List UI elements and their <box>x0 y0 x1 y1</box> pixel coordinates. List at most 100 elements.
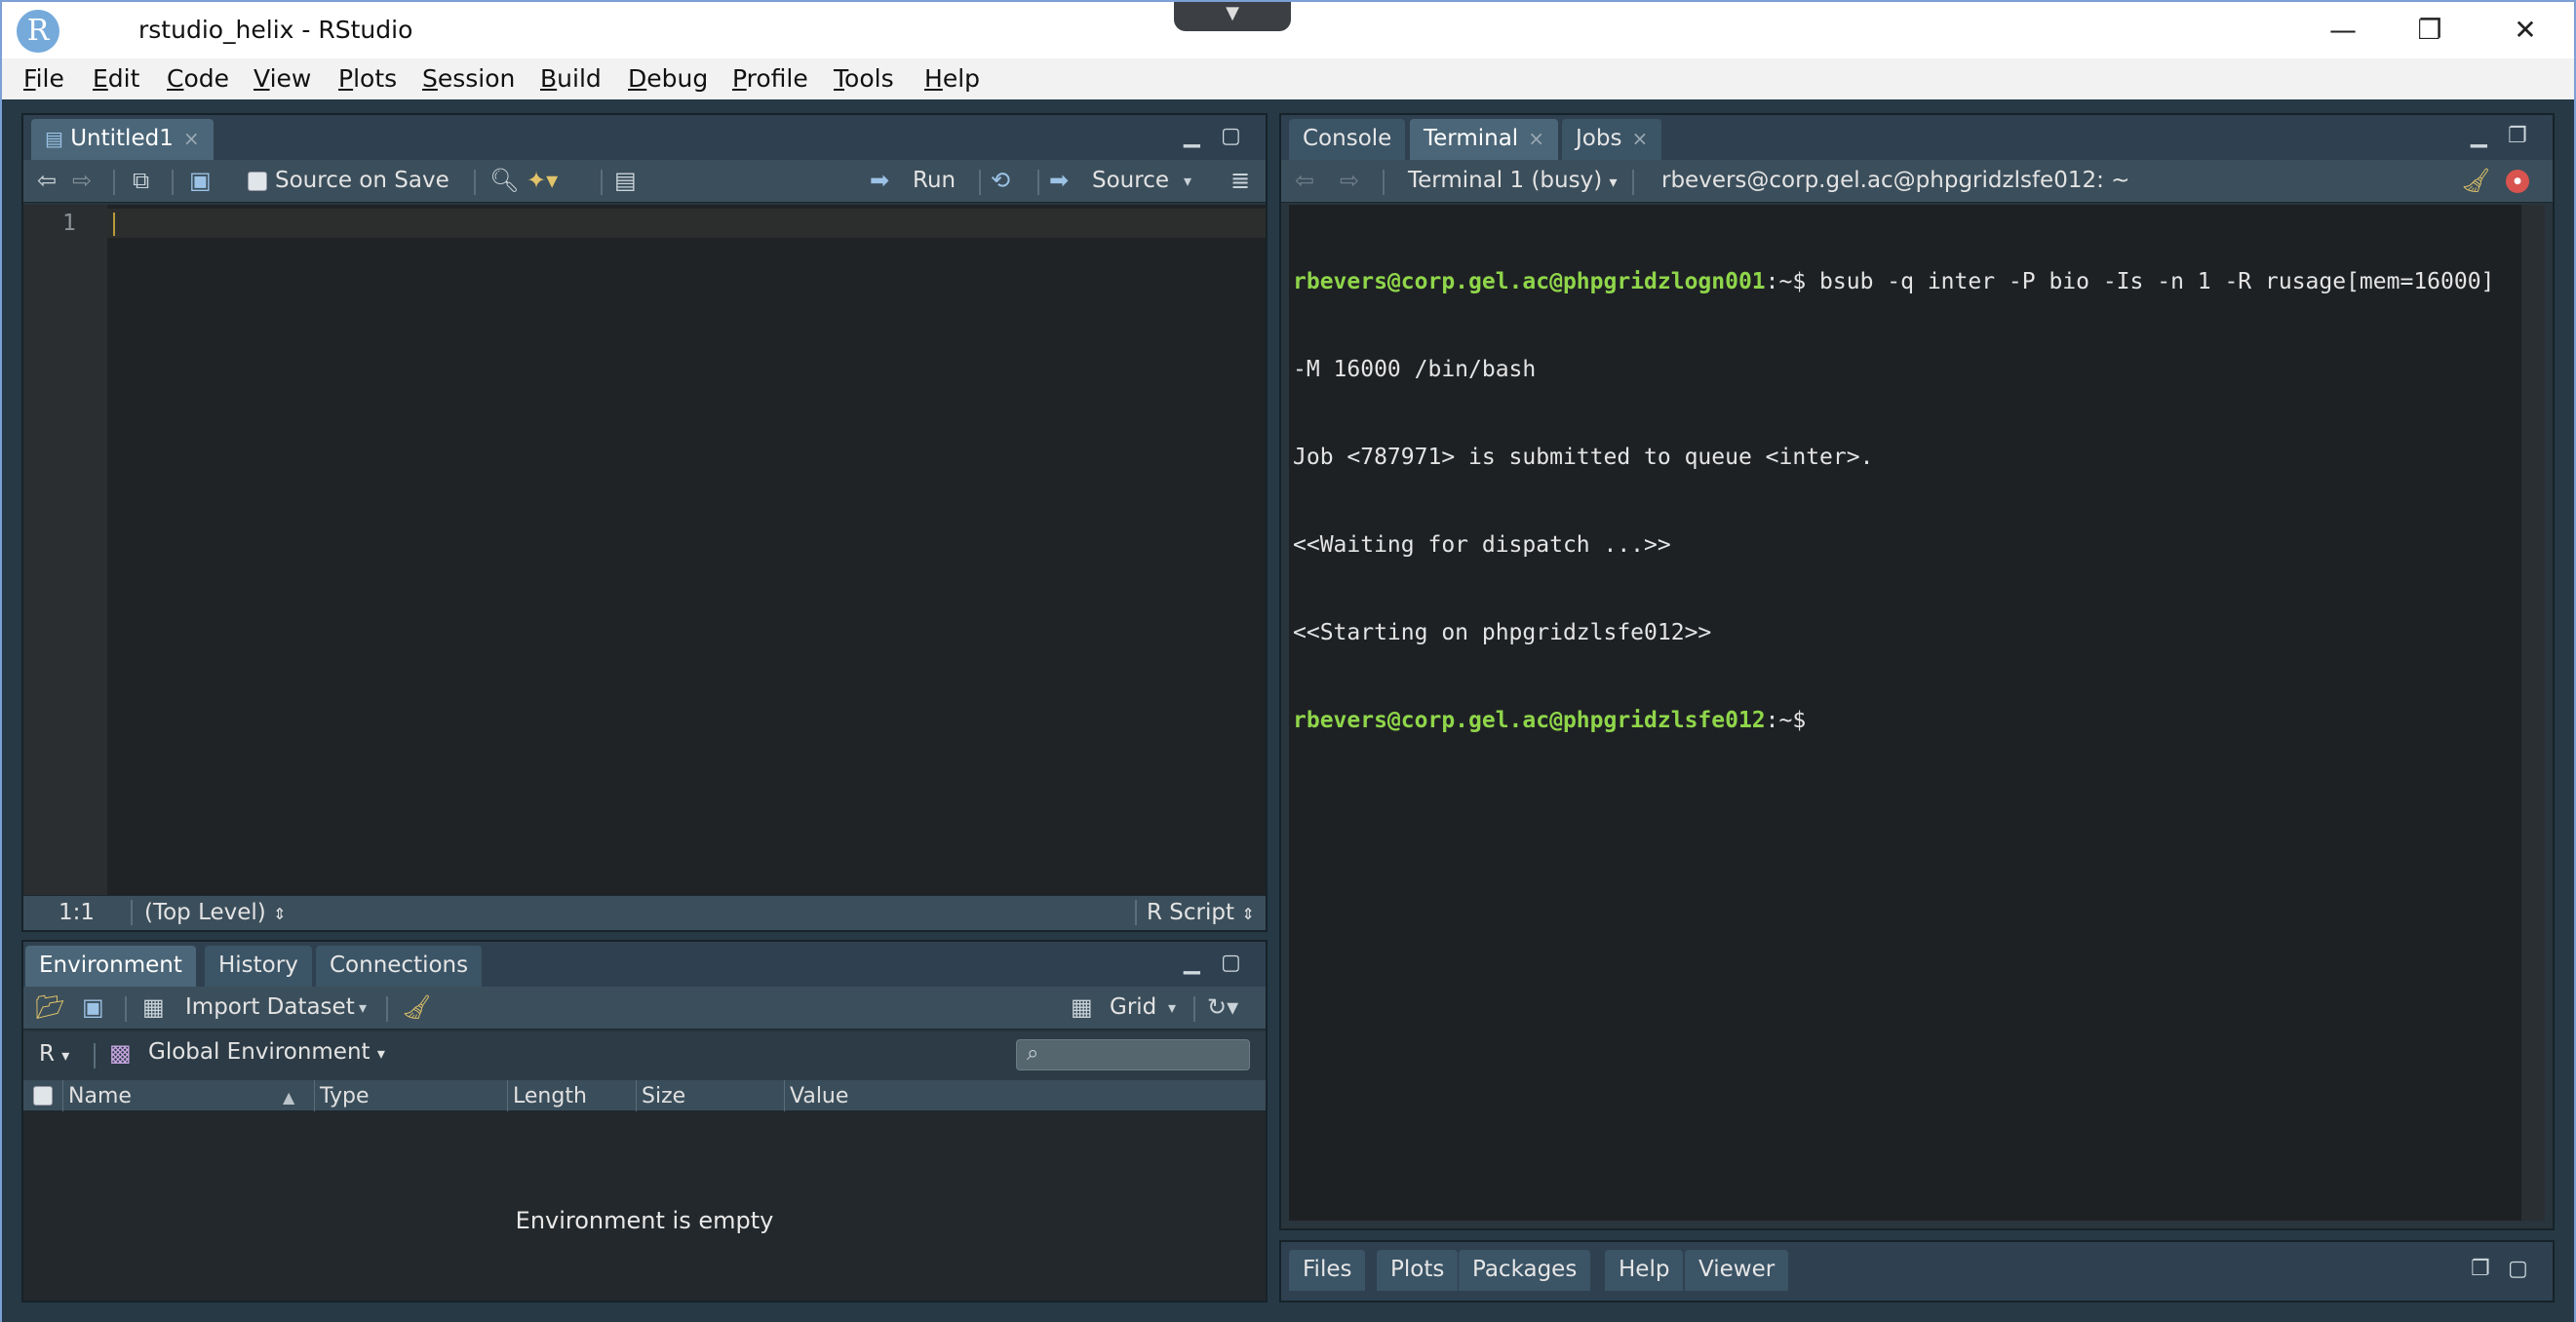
chevron-down-icon[interactable]: ▾ <box>1184 172 1191 190</box>
minimize-pane-icon[interactable]: ▁ <box>1184 126 1213 148</box>
chevron-down-icon[interactable]: ▾ <box>1168 998 1176 1017</box>
column-length[interactable]: Length <box>513 1084 587 1108</box>
terminal-line: rbevers@corp.gel.ac@phpgridzlogn001:~$ b… <box>1293 269 2495 294</box>
maximize-pane-icon[interactable]: ▢ <box>1221 953 1250 975</box>
save-icon[interactable]: ▣ <box>189 167 212 194</box>
tab-viewer[interactable]: Viewer <box>1685 1250 1789 1291</box>
r-file-icon: ▤ <box>45 127 63 150</box>
close-tab-icon[interactable]: × <box>1631 127 1648 150</box>
restore-button[interactable]: ❐ <box>2396 8 2464 53</box>
minimize-pane-icon[interactable]: ▁ <box>1184 953 1213 975</box>
menu-build[interactable]: Build <box>540 64 602 93</box>
source-icon[interactable]: ➡ <box>1049 167 1069 194</box>
tab-terminal[interactable]: Terminal × <box>1410 119 1558 160</box>
file-type-selector[interactable]: R Script ⇕ <box>1147 900 1255 925</box>
forward-arrow-icon[interactable]: ⇨ <box>72 167 92 194</box>
terminal-output[interactable]: rbevers@corp.gel.ac@phpgridzlogn001:~$ b… <box>1289 205 2545 1221</box>
menu-code[interactable]: Code <box>167 64 229 93</box>
menu-session[interactable]: Session <box>422 64 515 93</box>
menu-debug[interactable]: Debug <box>628 64 708 93</box>
broom-icon[interactable]: 🧹︎ <box>2461 167 2490 194</box>
stop-icon[interactable]: ● <box>2506 170 2529 193</box>
tab-untitled1[interactable]: ▤ Untitled1 × <box>31 119 214 160</box>
terminal-selector[interactable]: Terminal 1 (busy) ▾ <box>1408 168 1618 193</box>
maximize-pane-icon[interactable]: ▢ <box>1221 126 1250 148</box>
minimize-pane-icon[interactable]: ▁ <box>2471 126 2500 148</box>
separator <box>1632 170 1634 195</box>
source-on-save-checkbox[interactable] <box>248 172 267 191</box>
grid-view-button[interactable]: Grid <box>1110 994 1156 1020</box>
rstudio-logo-icon: R <box>17 10 59 53</box>
restore-pane-icon[interactable]: ❐ <box>2508 126 2537 148</box>
console-tabstrip: Console Terminal × Jobs × ▁ ❐ <box>1281 115 2553 160</box>
code-editor[interactable]: 1 <box>23 205 1266 895</box>
tab-jobs[interactable]: Jobs × <box>1562 119 1662 160</box>
separator <box>1037 170 1039 195</box>
save-workspace-icon[interactable]: ▣ <box>82 993 104 1021</box>
next-terminal-icon[interactable]: ⇨ <box>1340 167 1359 194</box>
column-type[interactable]: Type <box>320 1084 370 1108</box>
close-tab-icon[interactable]: × <box>1528 127 1544 150</box>
tab-connections[interactable]: Connections <box>316 946 483 987</box>
tab-help[interactable]: Help <box>1605 1250 1684 1291</box>
files-tabstrip: Files Plots Packages Help Viewer ❐ ▢ <box>1281 1242 2553 1301</box>
search-input[interactable]: ⌕ <box>1016 1039 1250 1070</box>
rerun-icon[interactable]: ⟲ <box>991 167 1010 194</box>
tab-packages[interactable]: Packages <box>1459 1250 1591 1291</box>
restore-pane-icon[interactable]: ❐ <box>2471 1259 2500 1281</box>
load-workspace-icon[interactable]: 📂︎ <box>35 993 64 1021</box>
source-on-save-label: Source on Save <box>275 168 449 193</box>
run-button[interactable]: Run <box>913 168 956 193</box>
terminal-title: rbevers@corp.gel.ac@phpgridzlsfe012: ~ <box>1661 168 2130 193</box>
tab-files[interactable]: Files <box>1289 1250 1366 1291</box>
separator <box>131 900 133 925</box>
tab-environment[interactable]: Environment <box>25 946 196 987</box>
compile-report-icon[interactable]: ▤ <box>614 167 637 194</box>
show-in-window-icon[interactable]: ⧉ <box>133 167 149 194</box>
previous-terminal-icon[interactable]: ⇦ <box>1295 167 1314 194</box>
magic-wand-icon[interactable]: ✦▾ <box>527 167 558 194</box>
document-outline-icon[interactable]: ≣ <box>1230 167 1250 194</box>
column-name[interactable]: Name <box>68 1084 132 1108</box>
refresh-icon[interactable]: ↻▾ <box>1207 993 1238 1021</box>
import-dataset-icon[interactable]: ▦ <box>142 993 165 1021</box>
separator <box>979 170 981 195</box>
maximize-pane-icon[interactable]: ▢ <box>2508 1259 2537 1281</box>
text-cursor <box>113 213 115 236</box>
chevron-down-icon[interactable]: ▼ <box>1174 2 1291 31</box>
back-arrow-icon[interactable]: ⇦ <box>37 167 57 194</box>
column-size[interactable]: Size <box>642 1084 685 1108</box>
environment-toolbar: 📂︎ ▣ ▦ Import Dataset ▾ 🧹︎ ▦ Grid ▾ ↻▾ <box>23 987 1266 1030</box>
tab-console[interactable]: Console <box>1289 119 1406 160</box>
minimize-button[interactable]: — <box>2309 8 2377 53</box>
grid-icon[interactable]: ▦ <box>1071 993 1093 1021</box>
source-button[interactable]: Source <box>1092 168 1169 193</box>
menu-edit[interactable]: Edit <box>93 64 139 93</box>
menu-view[interactable]: View <box>254 64 311 93</box>
column-value[interactable]: Value <box>790 1084 848 1108</box>
broom-icon[interactable]: 🧹︎ <box>402 993 431 1021</box>
search-icon[interactable]: 🔍︎ <box>489 167 519 194</box>
chevron-down-icon[interactable]: ▾ <box>359 998 367 1017</box>
menu-profile[interactable]: Profile <box>732 64 808 93</box>
tab-plots[interactable]: Plots <box>1377 1250 1459 1291</box>
menu-help[interactable]: Help <box>924 64 980 93</box>
close-button[interactable]: ✕ <box>2491 8 2559 53</box>
environment-pane: Environment History Connections ▁ ▢ 📂︎ ▣… <box>21 940 1268 1303</box>
source-pane: ▤ Untitled1 × ▁ ▢ ⇦ ⇨ ⧉ ▣ Source on Save … <box>21 113 1268 932</box>
menu-plots[interactable]: Plots <box>338 64 397 93</box>
sort-ascending-icon[interactable]: ▲ <box>283 1088 294 1107</box>
separator <box>636 1080 637 1111</box>
tab-history[interactable]: History <box>205 946 312 987</box>
import-dataset-button[interactable]: Import Dataset <box>185 994 355 1020</box>
scope-selector[interactable]: (Top Level) ⇕ <box>144 900 287 925</box>
menu-file[interactable]: File <box>23 64 64 93</box>
run-icon[interactable]: ➡ <box>870 167 889 194</box>
language-selector[interactable]: R ▾ <box>39 1041 69 1067</box>
close-tab-icon[interactable]: × <box>183 127 200 150</box>
select-all-checkbox[interactable] <box>33 1086 53 1106</box>
current-line-highlight <box>107 209 1266 238</box>
global-environment-selector[interactable]: Global Environment ▾ <box>148 1039 385 1065</box>
terminal-scrollbar[interactable] <box>2521 205 2545 1221</box>
menu-tools[interactable]: Tools <box>834 64 894 93</box>
